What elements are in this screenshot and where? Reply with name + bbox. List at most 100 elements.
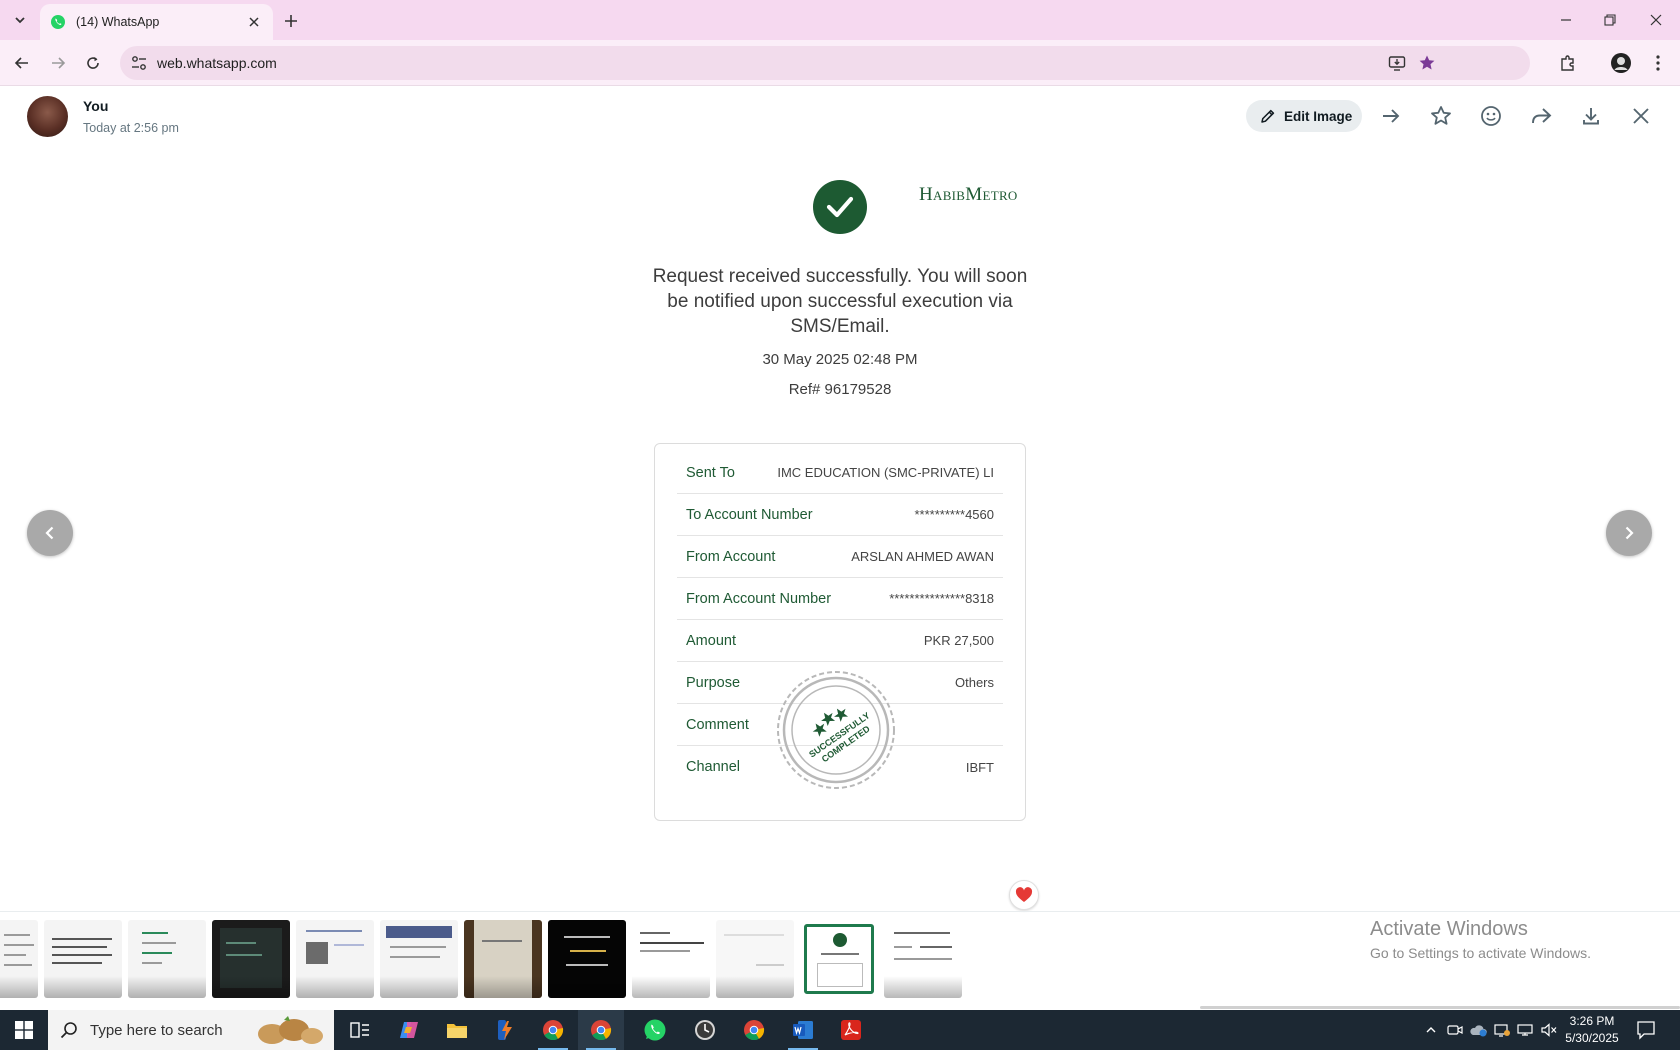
window-restore-icon[interactable]	[1592, 6, 1628, 34]
taskbar-clock[interactable]: 3:26 PM 5/30/2025	[1562, 1013, 1622, 1047]
search-highlight-potatoes-icon	[254, 1014, 326, 1046]
media-thumbnail[interactable]	[0, 920, 38, 998]
receipt-message: Request received successfully. You will …	[652, 266, 1028, 337]
detail-label: From Account Number	[686, 590, 832, 607]
heart-reaction-icon[interactable]	[1009, 880, 1039, 910]
acrobat-icon[interactable]	[828, 1010, 874, 1050]
taskbar-search-box[interactable]: Type here to search	[48, 1010, 334, 1050]
media-viewer-header: You Today at 2:56 pm Edit Image	[0, 87, 1680, 149]
detail-value: IMC EDUCATION (SMC-PRIVATE) LI	[777, 465, 994, 480]
detail-value: Others	[954, 675, 994, 690]
detail-value: **********4560	[914, 507, 994, 522]
media-thumbnail[interactable]	[296, 920, 374, 998]
whatsapp-icon[interactable]	[632, 1010, 678, 1050]
detail-label: Purpose	[686, 674, 741, 691]
next-media-button[interactable]	[1606, 510, 1652, 556]
detail-value: IBFT	[965, 759, 994, 775]
horizontal-scrollbar[interactable]	[1200, 1006, 1680, 1009]
detail-row-from-account: From Account ARSLAN AHMED AWAN	[677, 536, 1003, 578]
detail-label: To Account Number	[686, 506, 813, 523]
clock-app-icon[interactable]	[682, 1010, 728, 1050]
onedrive-cloud-icon[interactable]	[1469, 1021, 1487, 1039]
bank-logo: HabibMetro	[919, 184, 1018, 205]
window-minimize-icon[interactable]	[1548, 6, 1584, 34]
download-icon[interactable]	[1578, 103, 1604, 129]
taskbar-search-placeholder: Type here to search	[90, 1021, 223, 1039]
media-thumbnail[interactable]	[548, 920, 626, 998]
chrome-icon[interactable]	[578, 1010, 624, 1050]
forward-icon[interactable]	[1528, 103, 1554, 129]
receipt-image: HabibMetro Request received successfully…	[620, 166, 1060, 826]
word-icon[interactable]	[780, 1010, 826, 1050]
media-thumbnail[interactable]	[128, 920, 206, 998]
profile-avatar-icon[interactable]	[1608, 50, 1634, 76]
watermark-subtitle: Go to Settings to activate Windows.	[1370, 945, 1591, 961]
speaker-muted-icon[interactable]	[1540, 1021, 1558, 1039]
browser-menu-kebab-icon[interactable]	[1645, 50, 1671, 76]
go-to-message-arrow-icon[interactable]	[1378, 103, 1404, 129]
message-timestamp: Today at 2:56 pm	[83, 121, 179, 135]
chrome-icon[interactable]	[731, 1010, 777, 1050]
detail-label: From Account	[686, 548, 776, 565]
detail-row-from-account-number: From Account Number ***************8318	[677, 578, 1003, 620]
chevron-left-icon	[45, 526, 54, 540]
close-viewer-icon[interactable]	[1628, 103, 1654, 129]
tab-close-icon[interactable]	[245, 13, 263, 31]
browser-tab-whatsapp[interactable]: (14) WhatsApp	[40, 4, 273, 40]
previous-media-button[interactable]	[27, 510, 73, 556]
media-thumbnail[interactable]	[380, 920, 458, 998]
install-app-icon[interactable]	[1388, 54, 1406, 72]
avatar[interactable]	[27, 96, 68, 137]
extensions-puzzle-icon[interactable]	[1555, 50, 1581, 76]
pencil-icon	[1260, 108, 1276, 124]
watermark-title: Activate Windows	[1370, 918, 1528, 940]
meet-now-icon[interactable]	[1446, 1021, 1464, 1039]
detail-row-amount: Amount PKR 27,500	[677, 620, 1003, 662]
detail-value: ***************8318	[889, 591, 994, 606]
success-stamp-seal-icon: SUCCESSFULLY COMPLETED	[775, 669, 897, 791]
app-icon-lightning[interactable]	[482, 1010, 528, 1050]
react-emoji-icon[interactable]	[1478, 103, 1504, 129]
network-warning-icon[interactable]	[1493, 1021, 1511, 1039]
back-arrow-icon[interactable]	[9, 50, 35, 76]
detail-value: ARSLAN AHMED AWAN	[851, 549, 994, 564]
media-thumbnail[interactable]	[44, 920, 122, 998]
windows-start-icon[interactable]	[0, 1010, 48, 1050]
success-check-icon	[813, 180, 867, 234]
reload-icon[interactable]	[80, 50, 106, 76]
media-thumbnail[interactable]	[464, 920, 542, 998]
detail-label: Channel	[686, 759, 741, 775]
tab-title: (14) WhatsApp	[76, 15, 160, 29]
tray-chevron-up-icon[interactable]	[1422, 1021, 1440, 1039]
sender-name: You	[83, 98, 109, 114]
bookmark-star-icon[interactable]	[1418, 54, 1436, 72]
copilot-icon[interactable]	[386, 1010, 432, 1050]
media-thumbnail[interactable]	[632, 920, 710, 998]
tab-search-chevron-icon[interactable]	[8, 9, 32, 31]
whatsapp-favicon-icon	[50, 14, 66, 30]
browser-tabstrip: (14) WhatsApp	[0, 0, 1680, 40]
media-thumbnail[interactable]	[884, 920, 962, 998]
url-text[interactable]: web.whatsapp.com	[157, 55, 277, 71]
address-bar[interactable]: web.whatsapp.com	[120, 46, 1530, 80]
browser-toolbar: web.whatsapp.com	[0, 40, 1680, 86]
forward-arrow-icon[interactable]	[45, 50, 71, 76]
receipt-date: 30 May 2025 02:48 PM	[762, 351, 918, 368]
chrome-icon[interactable]	[530, 1010, 576, 1050]
new-tab-plus-icon[interactable]	[280, 10, 302, 32]
receipt-reference: Ref# 96179528	[788, 381, 892, 398]
media-thumbnail-selected[interactable]	[804, 924, 874, 994]
media-thumbnail[interactable]	[716, 920, 794, 998]
detail-label: Amount	[686, 632, 736, 649]
windows-taskbar: Type here to search 3:26 PM 5/30/2025	[0, 1010, 1680, 1050]
wifi-network-icon[interactable]	[1516, 1021, 1534, 1039]
file-explorer-icon[interactable]	[434, 1010, 480, 1050]
notification-center-icon[interactable]	[1636, 1020, 1656, 1040]
site-info-tune-icon[interactable]	[130, 55, 148, 71]
edit-image-button[interactable]: Edit Image	[1246, 100, 1362, 132]
star-icon[interactable]	[1428, 103, 1454, 129]
task-view-icon[interactable]	[337, 1010, 383, 1050]
detail-value: PKR 27,500	[923, 633, 994, 648]
window-close-icon[interactable]	[1638, 6, 1674, 34]
media-thumbnail[interactable]	[212, 920, 290, 998]
